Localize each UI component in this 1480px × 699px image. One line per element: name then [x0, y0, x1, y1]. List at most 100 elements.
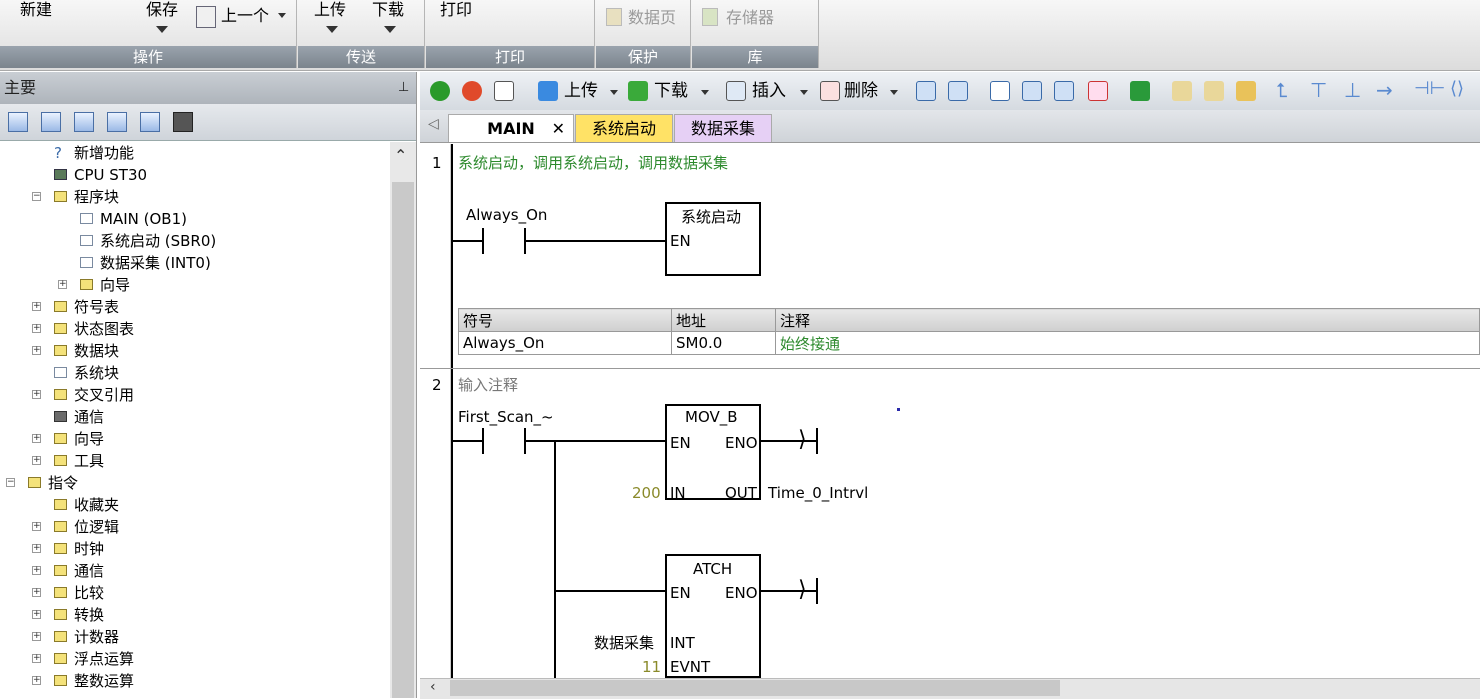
delete-button[interactable]: 删除: [844, 80, 878, 102]
address-cell: SM0.0: [671, 331, 776, 355]
new-button[interactable]: 新建: [20, 0, 52, 20]
contact-left[interactable]: [482, 228, 484, 254]
expand-icon[interactable]: +: [32, 632, 41, 641]
data-page-button[interactable]: 数据页: [628, 8, 676, 28]
upload-button[interactable]: 上传: [314, 0, 346, 20]
collapse-icon[interactable]: −: [6, 478, 15, 487]
expand-icon[interactable]: +: [32, 654, 41, 663]
delete-icon: [820, 81, 840, 101]
lock-add-icon[interactable]: [1236, 81, 1256, 101]
run-icon[interactable]: [430, 81, 450, 101]
rung-end: [816, 428, 818, 454]
pin-icon[interactable]: ⊥: [398, 72, 409, 104]
folder-icon: [54, 587, 67, 598]
box-int: INT: [670, 634, 695, 652]
expand-icon[interactable]: +: [32, 434, 41, 443]
line-right-icon[interactable]: →: [1376, 78, 1393, 102]
expand-icon[interactable]: +: [32, 522, 41, 531]
bookmark-next-icon[interactable]: [1054, 81, 1074, 101]
previous-dropdown-icon[interactable]: [278, 13, 286, 18]
expand-icon[interactable]: +: [58, 280, 67, 289]
panel-title: 主要: [4, 78, 37, 97]
bookmark-prev-icon[interactable]: [1022, 81, 1042, 101]
folder-icon: [54, 521, 67, 532]
toolbar-download-button[interactable]: 下载: [654, 80, 688, 102]
insert-button[interactable]: 插入: [752, 80, 786, 102]
expand-icon[interactable]: +: [32, 324, 41, 333]
print-button[interactable]: 打印: [440, 0, 472, 20]
lock-icon[interactable]: [1172, 81, 1192, 101]
tab-system-start[interactable]: 系统启动: [575, 114, 673, 142]
table-icon[interactable]: [41, 112, 61, 132]
branch-icon[interactable]: ⮤: [1276, 78, 1288, 102]
expand-icon[interactable]: +: [32, 544, 41, 553]
mov-b-box[interactable]: MOV_B EN ENO IN OUT: [665, 404, 761, 502]
network-comment[interactable]: 系统启动，调用系统启动，调用数据采集: [458, 154, 728, 172]
tab-label: 系统启动: [591, 119, 656, 138]
download-dropdown-icon[interactable]: [701, 90, 709, 95]
close-icon[interactable]: ✕: [552, 115, 565, 143]
memory-button[interactable]: 存储器: [726, 8, 774, 28]
tab-scroll-left-icon[interactable]: ◁: [428, 116, 439, 132]
save-dropdown-icon[interactable]: [156, 26, 168, 33]
expand-icon[interactable]: +: [32, 588, 41, 597]
expand-icon[interactable]: +: [32, 566, 41, 575]
out-value[interactable]: Time_0_Intrvl: [768, 484, 868, 502]
contact-label[interactable]: Always_On: [466, 206, 547, 224]
upload-dropdown-icon[interactable]: [326, 26, 338, 33]
scroll-left-icon[interactable]: ‹: [430, 679, 436, 695]
expand-icon[interactable]: +: [32, 456, 41, 465]
delete-dropdown-icon[interactable]: [890, 90, 898, 95]
atch-box[interactable]: ATCH EN ENO INT EVNT: [665, 554, 761, 678]
expand-icon[interactable]: +: [32, 676, 41, 685]
expand-icon[interactable]: +: [32, 346, 41, 355]
program-tabs: ◁ MAIN ✕ 系统启动 数据采集: [420, 110, 1480, 143]
in-value[interactable]: 200: [632, 484, 661, 502]
contact-icon[interactable]: ⊣⊢: [1414, 78, 1445, 99]
save-button[interactable]: 保存: [146, 0, 178, 20]
call-box-system-start[interactable]: 系统启动 EN: [665, 202, 761, 276]
line-down-icon[interactable]: ⊤: [1310, 78, 1327, 102]
toolbar-upload-button[interactable]: 上传: [564, 80, 598, 102]
download-dropdown-icon[interactable]: [384, 26, 396, 33]
expand-icon[interactable]: +: [32, 610, 41, 619]
coil-icon[interactable]: ⟨⟩: [1450, 78, 1464, 99]
bookmark-icon[interactable]: [990, 81, 1010, 101]
network-icon[interactable]: [948, 81, 968, 101]
network-comment[interactable]: 输入注释: [458, 376, 518, 394]
program-icon: [80, 235, 93, 246]
coil-end-icon: ⟩: [798, 577, 807, 602]
int-value[interactable]: 数据采集: [594, 634, 654, 652]
stop-icon[interactable]: [462, 81, 482, 101]
upload-dropdown-icon[interactable]: [610, 90, 618, 95]
compile-icon[interactable]: [494, 81, 514, 101]
tab-data-acquisition[interactable]: 数据采集: [674, 114, 772, 142]
tree-scrollbar-thumb[interactable]: [392, 182, 414, 698]
collapse-icon[interactable]: −: [32, 192, 41, 201]
scroll-up-icon[interactable]: ⌃: [394, 146, 407, 165]
project-tree: ? 新增功能 CPU ST30 − 程序块 MAIN (OB1) 系统启动 (SB…: [6, 144, 217, 690]
comment-header: 注释: [775, 308, 1480, 332]
download-button[interactable]: 下载: [372, 0, 404, 20]
bookmark-remove-icon[interactable]: [1088, 81, 1108, 101]
evnt-value[interactable]: 11: [642, 658, 661, 676]
insert-dropdown-icon[interactable]: [800, 90, 808, 95]
view-icon[interactable]: [8, 112, 28, 132]
chart-icon[interactable]: [140, 112, 160, 132]
document-icon[interactable]: [74, 112, 94, 132]
contact-left[interactable]: [482, 428, 484, 454]
monitor-icon[interactable]: [173, 112, 193, 132]
go-icon[interactable]: [1130, 81, 1150, 101]
network-icon[interactable]: [916, 81, 936, 101]
line-up-icon[interactable]: ⊥: [1344, 78, 1361, 102]
memory-icon: [702, 8, 718, 26]
tab-main[interactable]: MAIN ✕: [448, 114, 574, 142]
expand-icon[interactable]: +: [32, 302, 41, 311]
contact-label[interactable]: First_Scan_~: [458, 408, 554, 426]
unlock-icon[interactable]: [1204, 81, 1224, 101]
editor-scrollbar-thumb[interactable]: [450, 680, 1060, 696]
block-icon[interactable]: [107, 112, 127, 132]
expand-icon[interactable]: +: [32, 390, 41, 399]
ribbon-group-label: 保护: [596, 46, 690, 68]
previous-button[interactable]: 上一个: [221, 6, 269, 26]
